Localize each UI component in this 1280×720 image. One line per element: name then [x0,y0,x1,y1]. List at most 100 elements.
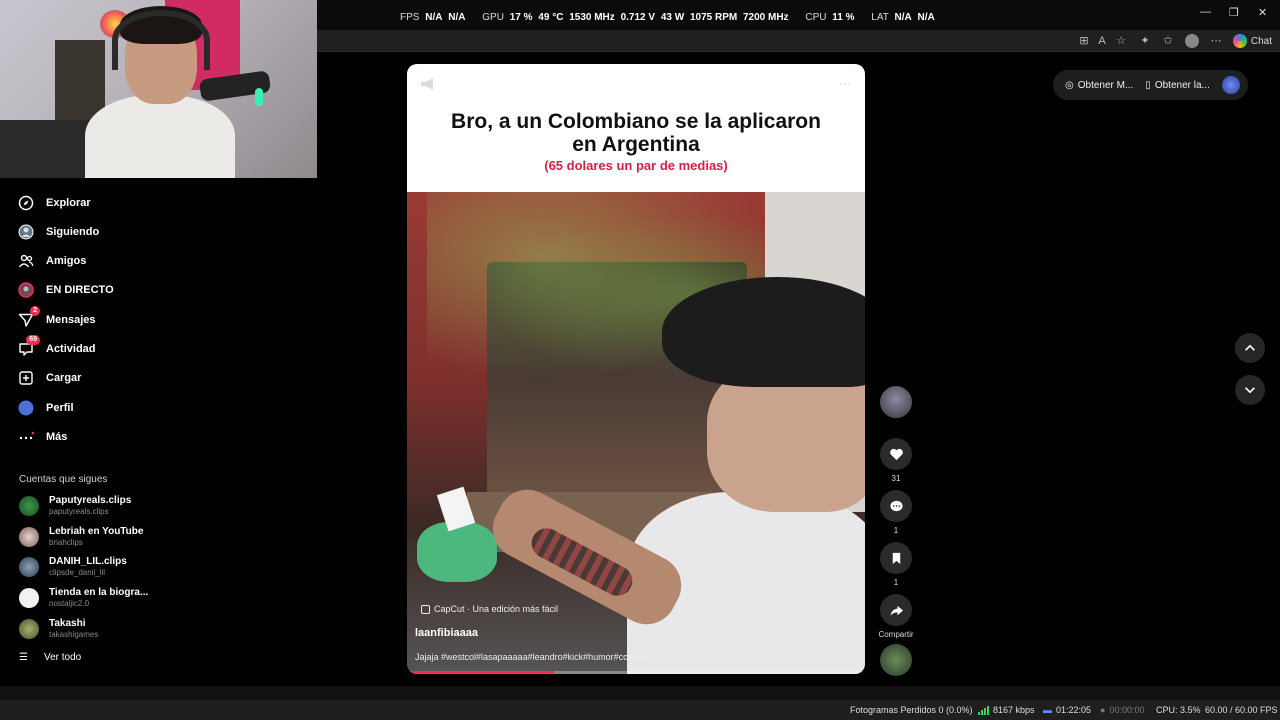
sidebar: Explorar Siguiendo Amigos EN DIRECTO 2 M… [0,178,160,690]
messages-badge: 2 [30,306,40,316]
minimize-icon[interactable]: — [1200,6,1211,18]
account-name: Paputyreals.clips [49,495,132,506]
sidebar-item-siguiendo[interactable]: Siguiendo [16,221,99,243]
next-video-button[interactable] [1235,375,1265,405]
account-name: DANIH_LIL.clips [49,556,127,567]
sidebar-item-perfil[interactable]: Perfil [16,397,74,419]
like-count: 31 [891,474,901,483]
avatar [19,557,39,577]
capcut-icon [421,604,430,614]
previous-video-button[interactable] [1235,333,1265,363]
phone-icon: ▯ [1145,79,1151,91]
lat-label: LAT [871,12,889,23]
more-menu-icon[interactable]: ⋯ [1209,34,1223,48]
get-app-button[interactable]: ▯ Obtener la... [1141,80,1214,91]
favorite-icon[interactable]: ☆ [1114,34,1128,48]
collections-icon[interactable]: ✩ [1161,34,1175,48]
app-icon[interactable]: ⊞ [1077,34,1091,48]
record-icon: ▬ [1043,705,1052,715]
gpu-voltage: 0.712 V [620,12,656,23]
share-label: Compartir [878,630,914,639]
user-avatar-icon[interactable] [1185,34,1199,48]
sidebar-item-label: Explorar [46,197,91,209]
video-more-icon[interactable]: ··· [839,76,851,90]
video-player[interactable]: ··· Bro, a un Colombiano se la aplicaron… [407,64,865,674]
copilot-chat-button[interactable]: Chat [1232,32,1272,50]
sidebar-item-label: Amigos [46,255,87,267]
avatar [19,588,39,608]
sidebar-item-label: Siguiendo [46,226,100,238]
gpu-temp: 49 °C [538,12,564,23]
translate-icon[interactable]: A [1095,34,1109,48]
gpu-memory-clock: 7200 MHz [742,12,789,23]
following-account[interactable]: Lebriah en YouTube briahclips [19,523,143,551]
sidebar-item-label: Perfil [46,402,74,414]
creator-avatar[interactable] [880,386,912,418]
sidebar-item-mas[interactable]: Más [16,426,67,448]
share-button[interactable] [880,594,912,626]
extensions-icon[interactable]: ✦ [1138,34,1152,48]
cpu-label: CPU [805,12,827,23]
close-icon[interactable]: ✕ [1258,6,1267,19]
sound-disc[interactable] [880,644,912,676]
restore-icon[interactable]: ❐ [1229,6,1239,19]
get-coins-button[interactable]: ◎ Obtener M... [1061,80,1137,91]
gpu-clock: 1530 MHz [569,12,615,23]
gpu-fan: 1075 RPM [689,12,738,23]
share-icon [889,605,903,616]
obs-dock-strip [0,686,1280,700]
friends-icon [16,251,36,271]
following-account[interactable]: Paputyreals.clips paputyreals.clips [19,492,131,520]
obs-status-bar: Fotogramas Perdidos 0 (0.0%) 8167 kbps ▬… [0,700,1280,720]
webcam-person-body [85,95,235,178]
sidebar-item-amigos[interactable]: Amigos [16,250,86,272]
comment-icon [889,500,903,511]
account-name: Takashi [49,618,86,629]
gpu-label: GPU [482,12,504,23]
following-account[interactable]: Tienda en la biogra... nostaljic2.0 [19,584,148,612]
like-button[interactable] [880,438,912,470]
sidebar-item-cargar[interactable]: Cargar [16,367,81,389]
webcam-headset [112,10,210,70]
gpu-load: 17 % [509,12,533,23]
get-app-bar: ◎ Obtener M... ▯ Obtener la... [1053,70,1248,100]
video-title-line-2: en Argentina [572,133,700,156]
sidebar-item-label: EN DIRECTO [46,284,114,296]
volume-icon[interactable] [421,78,433,90]
fps-counter: 60.00 / 60.00 FPS [1205,705,1278,715]
avatar [19,496,39,516]
sidebar-item-mensajes[interactable]: 2 Mensajes [16,306,96,331]
video-author[interactable]: laanfibiaaaa [415,627,478,639]
user-avatar[interactable] [1221,76,1240,94]
screen: FPS N/A N/A GPU 17 % 49 °C 1530 MHz 0.71… [0,0,1280,720]
account-handle: takashigames [49,630,99,639]
following-account[interactable]: DANIH_LIL.clips clipsde_danii_lil [19,553,127,581]
lat-value-2: N/A [917,12,935,23]
sidebar-item-label: Cargar [46,372,82,384]
coin-icon: ◎ [1065,79,1074,91]
comment-button[interactable] [880,490,912,522]
chevron-down-icon [1245,387,1255,394]
see-all-link[interactable]: ☰ Ver todo [19,652,81,663]
account-handle: paputyreals.clips [49,507,109,516]
sidebar-item-label: Actividad [46,343,96,355]
sidebar-item-explorar[interactable]: Explorar [16,192,91,214]
account-name: Lebriah en YouTube [49,526,144,537]
sidebar-item-en-directo[interactable]: EN DIRECTO [16,279,114,301]
list-icon: ☰ [19,652,28,663]
bitrate-value: 8167 kbps [993,705,1035,715]
recording-time-value: 01:22:05 [1056,705,1092,715]
following-account[interactable]: Takashi takashigames [19,615,98,643]
cpu-load: 11 % [832,12,855,23]
sidebar-item-actividad[interactable]: 69 Actividad [16,335,96,360]
comment-count: 1 [893,526,899,535]
chevron-up-icon [1245,344,1255,351]
gpu-power: 43 W [660,12,685,23]
fps-label: FPS [400,12,420,23]
capcut-tag[interactable]: CapCut · Una edición más fácil [421,604,558,614]
recording-time: ▬ 01:22:05 [1043,705,1091,715]
video-progress-bar[interactable] [407,671,865,674]
stream-time-value: 00:00:00 [1109,705,1145,715]
save-button[interactable] [880,542,912,574]
fps-value-2: N/A [448,12,466,23]
